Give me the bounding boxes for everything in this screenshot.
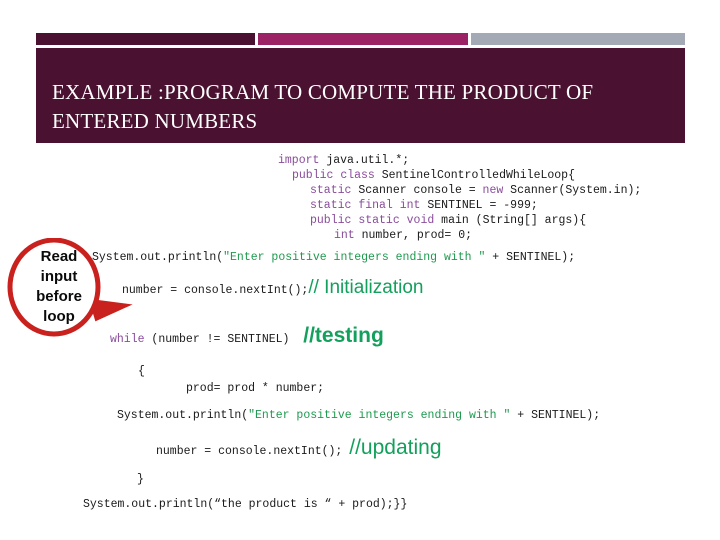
code-line-scanner: static Scanner console = new Scanner(Sys… — [310, 183, 641, 198]
code-line-close-brace: } — [137, 473, 144, 486]
decor-bar-gray — [471, 33, 685, 45]
keyword-import: import — [278, 154, 320, 167]
space-6 — [289, 333, 303, 346]
code-line-main-rest: main (String[] args){ — [434, 214, 587, 227]
keyword-final: final — [358, 199, 393, 212]
keyword-new: new — [482, 184, 504, 197]
code-line-sentinel-rest: SENTINEL = -999; — [420, 199, 538, 212]
decor-bar-dark — [36, 33, 255, 45]
code-listing: import java.util.*; public class Sentine… — [0, 150, 720, 540]
code-line-read-update: number = console.nextInt(); //updating — [156, 437, 442, 459]
println-2-post: + SENTINEL); — [510, 409, 601, 422]
keyword-public-2: public — [310, 214, 352, 227]
code-line-vars-rest: number, prod= 0; — [354, 229, 473, 242]
code-line-open-brace: { — [138, 365, 145, 378]
println-1-post: + SENTINEL); — [485, 251, 576, 264]
space-5 — [400, 214, 407, 227]
code-line-class-rest: SentinelControlledWhileLoop{ — [374, 169, 575, 182]
title-banner: EXAMPLE :PROGRAM TO COMPUTE THE PRODUCT … — [36, 48, 685, 143]
code-line-import: import java.util.*; — [278, 153, 409, 168]
while-condition: (number != SENTINEL) — [144, 333, 290, 346]
keyword-int-1: int — [399, 199, 421, 212]
read-update-code: number = console.nextInt(); — [156, 445, 343, 458]
println-1-string: "Enter positive integers ending with " — [223, 251, 486, 264]
keyword-static-1: static — [310, 184, 352, 197]
code-line-println-1: System.out.println("Enter positive integ… — [92, 250, 575, 265]
code-line-class-decl: public class SentinelControlledWhileLoop… — [292, 168, 575, 183]
decorative-top-bars — [0, 33, 720, 45]
code-line-product: prod= prod * number; — [186, 382, 325, 395]
keyword-void: void — [406, 214, 435, 227]
code-line-read-init: number = console.nextInt();// Initializa… — [122, 277, 424, 298]
code-line-println-result: System.out.println(“the product is “ + p… — [83, 498, 408, 511]
keyword-public: public — [292, 169, 334, 182]
read-init-code: number = console.nextInt(); — [122, 284, 309, 297]
keyword-static-2: static — [310, 199, 352, 212]
annotation-testing: //testing — [303, 324, 384, 347]
code-line-scanner-mid: Scanner console = — [351, 184, 483, 197]
code-line-println-2: System.out.println("Enter positive integ… — [117, 408, 600, 423]
annotation-updating: //updating — [349, 436, 442, 459]
code-line-import-rest: java.util.*; — [319, 154, 410, 167]
page-title: EXAMPLE :PROGRAM TO COMPUTE THE PRODUCT … — [52, 80, 594, 133]
code-line-scanner-rest: Scanner(System.in); — [503, 184, 642, 197]
space-3 — [393, 199, 400, 212]
decor-bar-magenta — [258, 33, 468, 45]
annotation-initialization: // Initialization — [308, 277, 424, 298]
code-line-main: public static void main (String[] args){ — [310, 213, 586, 228]
keyword-while: while — [110, 333, 145, 346]
println-1-pre: System.out.println( — [92, 251, 224, 264]
code-line-sentinel: static final int SENTINEL = -999; — [310, 198, 538, 213]
println-2-string: "Enter positive integers ending with " — [248, 409, 511, 422]
keyword-int-2: int — [334, 229, 355, 242]
code-line-while: while (number != SENTINEL) //testing — [110, 325, 384, 347]
println-2-pre: System.out.println( — [117, 409, 249, 422]
keyword-static-3: static — [358, 214, 400, 227]
code-line-vars: int number, prod= 0; — [334, 228, 472, 243]
keyword-class: class — [340, 169, 375, 182]
